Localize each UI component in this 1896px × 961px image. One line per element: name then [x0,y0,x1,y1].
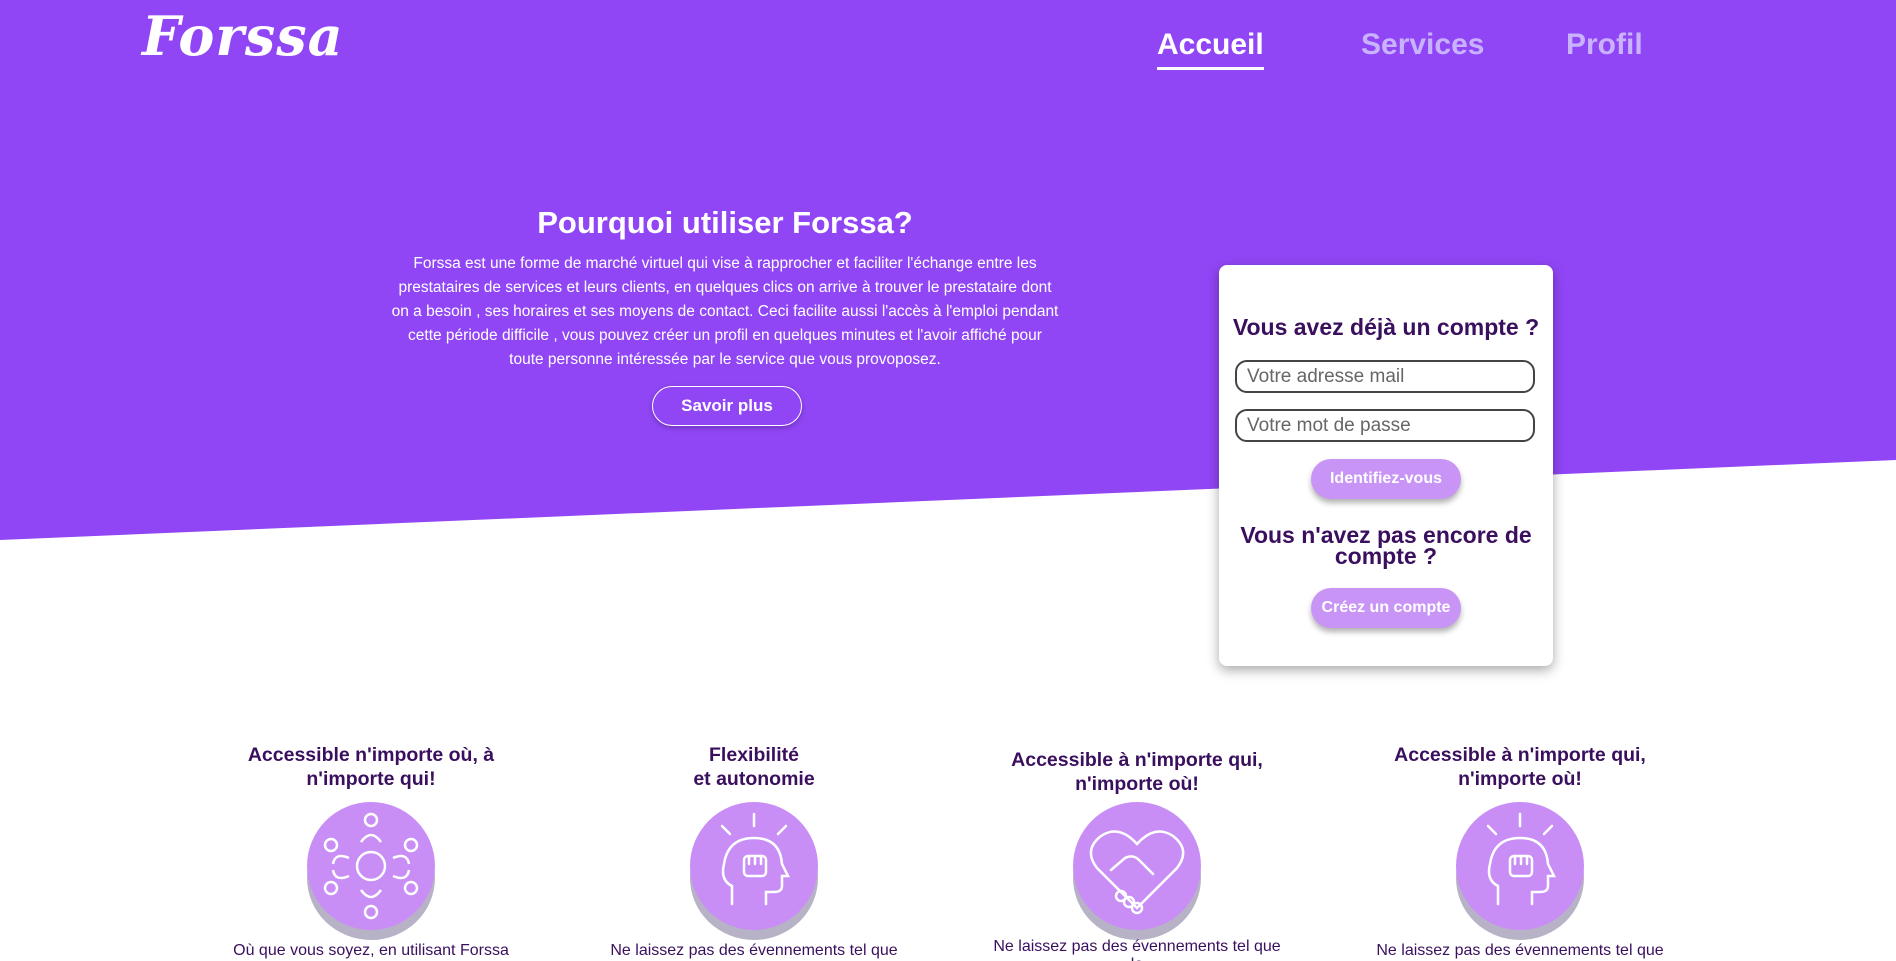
login-heading: Vous avez déjà un compte ? [1232,314,1540,340]
feature-title: Flexibilité et autonomie [693,744,815,790]
feature-description: Où que vous soyez, en utilisant Forssa [233,942,509,959]
nav-profil[interactable]: Profil [1566,28,1643,62]
password-input[interactable] [1235,409,1535,442]
feature-title: Accessible à n'importe qui, n'importe où… [1394,744,1646,790]
feature-card: Accessible à n'importe qui, n'importe où… [987,748,1287,796]
people-circle-icon [305,800,437,940]
signup-heading-line2: compte ? [1334,543,1438,569]
feature-card: Flexibilité et autonomie [604,743,904,791]
login-card: Vous avez déjà un compte ? Identifiez-vo… [1219,265,1553,666]
hero-title: Pourquoi utiliser Forssa? [537,205,913,240]
feature-title: Accessible à n'importe qui, n'importe où… [1011,749,1263,795]
email-input[interactable] [1235,360,1535,393]
savoir-plus-button[interactable]: Savoir plus [652,386,802,426]
feature-description: Ne laissez pas des évennements tel que l… [1376,942,1664,961]
login-button[interactable]: Identifiez-vous [1311,459,1461,499]
feature-title: Accessible n'importe où, à n'importe qui… [247,744,495,790]
feature-card: Accessible n'importe où, à n'importe qui… [221,743,521,791]
nav-services[interactable]: Services [1361,28,1484,62]
feature-description: Ne laissez pas des évennements tel que l… [610,942,898,961]
head-fist-icon [1454,800,1586,940]
feature-description: Ne laissez pas des évennements tel que l… [993,938,1281,961]
hero-description: Forssa est une forme de marché virtuel q… [391,255,1059,368]
feature-card: Accessible à n'importe qui, n'importe où… [1370,743,1670,791]
hero-background [0,0,1896,540]
create-account-button[interactable]: Créez un compte [1311,588,1461,628]
heart-handshake-icon [1071,800,1203,940]
head-fist-icon [688,800,820,940]
logo[interactable]: Forssa [142,4,344,68]
nav-accueil[interactable]: Accueil [1157,28,1264,70]
